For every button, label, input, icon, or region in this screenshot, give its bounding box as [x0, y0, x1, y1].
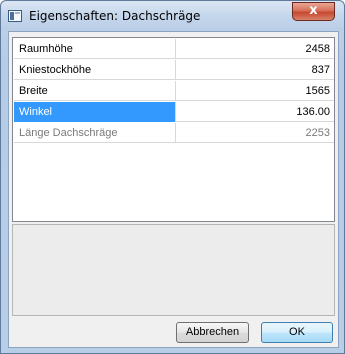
dialog-client-area: Raumhöhe 2458 Kniestockhöhe 837 Breite 1…	[8, 31, 339, 348]
description-panel	[12, 224, 335, 316]
window-app-icon	[8, 10, 22, 22]
cancel-button[interactable]: Abbrechen	[176, 322, 249, 343]
property-name: Kniestockhöhe	[14, 60, 176, 80]
property-value[interactable]: 1565	[177, 81, 334, 101]
property-row-winkel[interactable]: Winkel 136.00	[14, 102, 334, 122]
property-row-kniestockhoehe[interactable]: Kniestockhöhe 837	[14, 60, 334, 80]
property-value[interactable]: 837	[177, 60, 334, 80]
property-name: Raumhöhe	[14, 39, 176, 59]
close-button[interactable]: x	[292, 2, 335, 21]
title-bar[interactable]: Eigenschaften: Dachschräge x	[1, 1, 344, 31]
properties-dialog: Eigenschaften: Dachschräge x Raumhöhe 24…	[0, 0, 345, 354]
property-value[interactable]: 136.00	[177, 102, 334, 122]
ok-button[interactable]: OK	[261, 322, 333, 343]
property-name: Winkel	[14, 102, 176, 122]
property-row-breite[interactable]: Breite 1565	[14, 81, 334, 101]
property-value[interactable]: 2458	[177, 39, 334, 59]
property-value: 2253	[305, 127, 330, 139]
property-name: Länge Dachschräge	[14, 123, 176, 143]
window-title: Eigenschaften: Dachschräge	[29, 9, 201, 23]
property-row-raumhoehe[interactable]: Raumhöhe 2458	[14, 39, 334, 59]
property-grid: Raumhöhe 2458 Kniestockhöhe 837 Breite 1…	[12, 37, 335, 222]
property-row-laenge-dachschraege[interactable]: Länge Dachschräge 2253	[14, 123, 334, 143]
close-icon: x	[309, 3, 318, 18]
property-name: Breite	[14, 81, 176, 101]
